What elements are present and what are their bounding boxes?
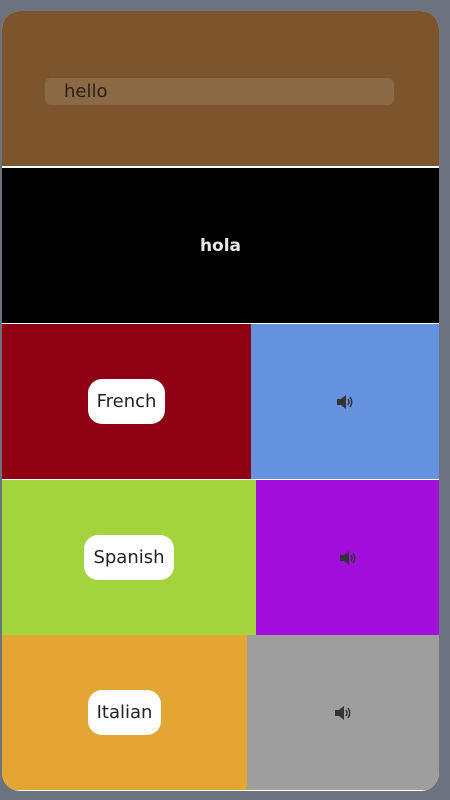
translation-text: hola	[199, 235, 242, 256]
play-sound-italian[interactable]	[247, 635, 439, 790]
language-row-french: French	[2, 324, 439, 479]
app-screen: hola French Spanish Itali	[2, 11, 439, 791]
play-sound-spanish[interactable]	[256, 480, 439, 635]
translation-panel: hola	[2, 168, 439, 323]
language-cell-italian: Italian	[2, 635, 247, 790]
search-input[interactable]	[45, 78, 394, 105]
language-cell-spanish: Spanish	[2, 480, 256, 635]
spanish-button[interactable]: Spanish	[84, 535, 174, 580]
search-header	[2, 11, 439, 166]
italian-button[interactable]: Italian	[87, 690, 162, 735]
speaker-icon	[337, 394, 353, 409]
play-sound-french[interactable]	[251, 324, 439, 479]
speaker-icon	[335, 705, 351, 720]
speaker-icon	[339, 550, 355, 565]
language-row-spanish: Spanish	[2, 480, 439, 635]
language-row-italian: Italian	[2, 635, 439, 790]
french-button[interactable]: French	[87, 379, 166, 424]
language-cell-french: French	[2, 324, 251, 479]
